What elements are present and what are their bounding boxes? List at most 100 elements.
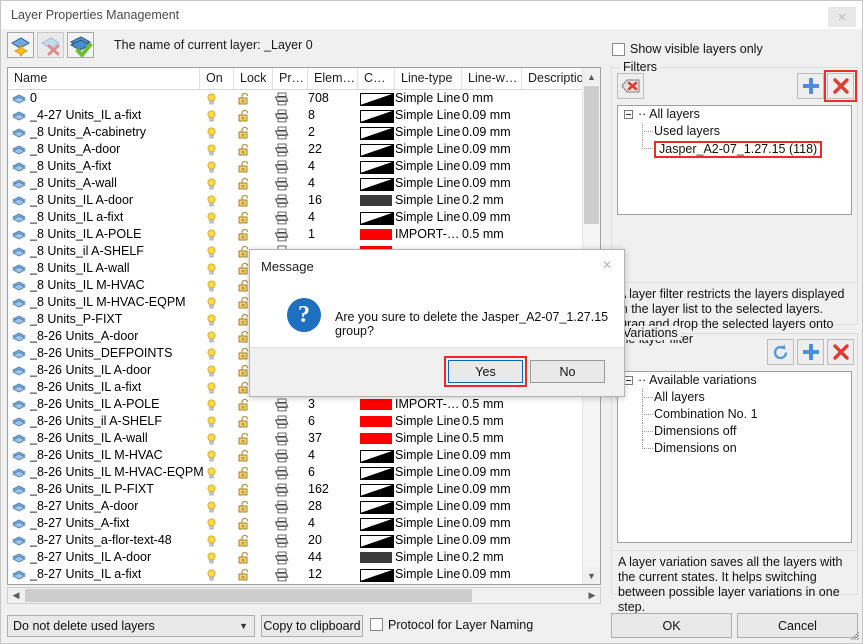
- printer-icon[interactable]: [274, 483, 289, 497]
- column-header-elements[interactable]: Elem…: [308, 68, 358, 89]
- unlocked-icon[interactable]: [238, 110, 251, 122]
- no-button[interactable]: No: [530, 360, 605, 383]
- color-swatch[interactable]: [360, 399, 392, 410]
- scroll-right-icon[interactable]: ▶: [584, 588, 600, 603]
- unlocked-icon[interactable]: [238, 501, 251, 513]
- table-row[interactable]: _8 Units_IL A-door 16 Simple Line 0.2 mm: [8, 192, 600, 209]
- unlocked-icon[interactable]: [238, 195, 251, 207]
- column-header-lock[interactable]: Lock: [234, 68, 273, 89]
- color-swatch[interactable]: [360, 195, 392, 206]
- table-row[interactable]: _8-26 Units_IL M-HVAC-EQPM 6 Simple Line 0.…: [8, 464, 600, 481]
- printer-icon[interactable]: [274, 126, 289, 140]
- tree-node[interactable]: Combination No. 1: [618, 406, 851, 423]
- lightbulb-on-icon[interactable]: [206, 535, 217, 547]
- tree-node-label[interactable]: Dimensions on: [654, 440, 737, 457]
- unlocked-icon[interactable]: [238, 450, 251, 462]
- table-row[interactable]: _8 Units_IL a-fixt 4 Simple Line 0.09 mm: [8, 209, 600, 226]
- scroll-down-icon[interactable]: ▼: [583, 567, 600, 584]
- table-row[interactable]: _8 Units_A-cabinetry 2 Simple Line 0.09 mm: [8, 124, 600, 141]
- lightbulb-on-icon[interactable]: [206, 365, 217, 377]
- table-row[interactable]: _4-27 Units_IL a-fixt 8 Simple Line 0.09 mm: [8, 107, 600, 124]
- printer-icon[interactable]: [274, 109, 289, 123]
- unlocked-icon[interactable]: [238, 161, 251, 173]
- new-layer-icon[interactable]: [7, 32, 34, 58]
- printer-icon[interactable]: [274, 177, 289, 191]
- printer-icon[interactable]: [274, 534, 289, 548]
- table-row[interactable]: _8 Units_IL A-POLE 1 IMPORT-… 0.5 mm: [8, 226, 600, 243]
- tree-node[interactable]: All layers: [618, 389, 851, 406]
- tree-node[interactable]: Dimensions on: [618, 440, 851, 457]
- lightbulb-on-icon[interactable]: [206, 229, 217, 241]
- tree-node[interactable]: Used layers: [618, 123, 851, 140]
- color-swatch[interactable]: [360, 161, 394, 174]
- unlocked-icon[interactable]: [238, 416, 251, 428]
- column-header-linetype[interactable]: Line-type: [395, 68, 462, 89]
- color-swatch[interactable]: [360, 93, 394, 106]
- scroll-left-icon[interactable]: ◀: [8, 588, 24, 603]
- table-row[interactable]: _8-26 Units_IL A-wall 37 Simple Line 0.5 mm: [8, 430, 600, 447]
- column-header-color[interactable]: C…: [358, 68, 395, 89]
- table-row[interactable]: _8-26 Units_IL M-HVAC 4 Simple Line 0.09 mm: [8, 447, 600, 464]
- unlocked-icon[interactable]: [238, 484, 251, 496]
- yes-button[interactable]: Yes: [448, 360, 523, 383]
- lightbulb-on-icon[interactable]: [206, 433, 217, 445]
- color-swatch[interactable]: [360, 212, 394, 225]
- printer-icon[interactable]: [274, 449, 289, 463]
- cancel-button[interactable]: Cancel: [737, 613, 858, 638]
- lightbulb-on-icon[interactable]: [206, 501, 217, 513]
- color-swatch[interactable]: [360, 127, 394, 140]
- unlocked-icon[interactable]: [238, 212, 251, 224]
- lightbulb-on-icon[interactable]: [206, 127, 217, 139]
- unlocked-icon[interactable]: [238, 229, 251, 241]
- lightbulb-on-icon[interactable]: [206, 552, 217, 564]
- color-swatch[interactable]: [360, 144, 394, 157]
- color-swatch[interactable]: [360, 501, 394, 514]
- lightbulb-on-icon[interactable]: [206, 178, 217, 190]
- lightbulb-on-icon[interactable]: [206, 195, 217, 207]
- color-swatch[interactable]: [360, 450, 394, 463]
- lightbulb-on-icon[interactable]: [206, 93, 217, 105]
- unlocked-icon[interactable]: [238, 467, 251, 479]
- lightbulb-on-icon[interactable]: [206, 382, 217, 394]
- printer-icon[interactable]: [274, 398, 289, 412]
- printer-icon[interactable]: [274, 228, 289, 242]
- scroll-up-icon[interactable]: ▲: [583, 68, 600, 85]
- table-row[interactable]: _8-26 Units_IL A-POLE 3 IMPORT-… 0.5 mm: [8, 396, 600, 413]
- table-row[interactable]: _8-27 Units_A-door 28 Simple Line 0.09 mm: [8, 498, 600, 515]
- table-row[interactable]: _8 Units_A-wall 4 Simple Line 0.09 mm: [8, 175, 600, 192]
- tree-node[interactable]: Jasper_A2-07_1.27.15 (118): [618, 140, 851, 158]
- lightbulb-on-icon[interactable]: [206, 467, 217, 479]
- printer-icon[interactable]: [274, 466, 289, 480]
- printer-icon[interactable]: [274, 568, 289, 582]
- set-current-layer-icon[interactable]: [67, 32, 94, 58]
- column-header-linewidth[interactable]: Line-w…: [462, 68, 522, 89]
- hscroll-thumb[interactable]: [25, 589, 472, 602]
- ok-button[interactable]: OK: [611, 613, 732, 638]
- lightbulb-on-icon[interactable]: [206, 416, 217, 428]
- unlocked-icon[interactable]: [238, 569, 251, 581]
- delete-filter-icon[interactable]: [824, 70, 857, 102]
- color-swatch[interactable]: [360, 535, 394, 548]
- color-swatch[interactable]: [360, 229, 392, 240]
- delete-variation-icon[interactable]: [827, 339, 854, 365]
- tree-node-label[interactable]: All layers: [654, 389, 705, 406]
- color-swatch[interactable]: [360, 569, 394, 582]
- color-swatch[interactable]: [360, 433, 392, 444]
- color-swatch[interactable]: [360, 552, 392, 563]
- printer-icon[interactable]: [274, 211, 289, 225]
- unlocked-icon[interactable]: [238, 127, 251, 139]
- printer-icon[interactable]: [274, 194, 289, 208]
- table-row[interactable]: 0 708 Simple Line 0 mm: [8, 90, 600, 107]
- invert-filter-icon[interactable]: [617, 73, 644, 99]
- tree-node[interactable]: ·· Available variations: [618, 372, 851, 389]
- lightbulb-on-icon[interactable]: [206, 399, 217, 411]
- close-icon[interactable]: ✕: [828, 7, 856, 27]
- collapse-icon[interactable]: [624, 376, 633, 385]
- unlocked-icon[interactable]: [238, 93, 251, 105]
- tree-node[interactable]: ·· All layers: [618, 106, 851, 123]
- lightbulb-on-icon[interactable]: [206, 348, 217, 360]
- unlocked-icon[interactable]: [238, 518, 251, 530]
- collapse-icon[interactable]: [624, 110, 633, 119]
- lightbulb-on-icon[interactable]: [206, 569, 217, 581]
- lightbulb-on-icon[interactable]: [206, 280, 217, 292]
